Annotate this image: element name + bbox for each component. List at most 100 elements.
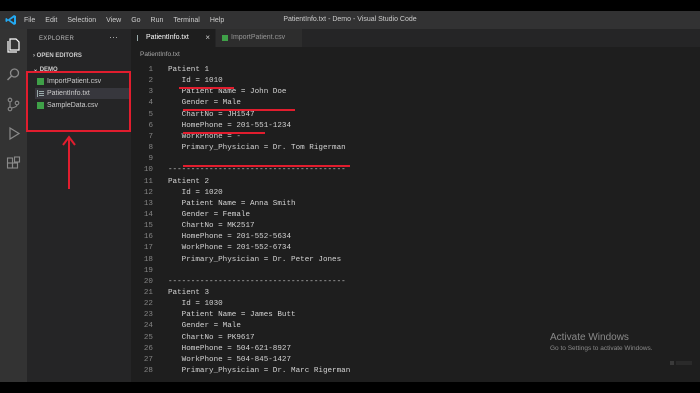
code-line[interactable]: 20 --------------------------------------… xyxy=(131,277,700,288)
code-line[interactable]: 21 Patient 3 xyxy=(131,288,700,299)
code-line[interactable]: 6 HomePhone = 201-551-1234 xyxy=(131,121,700,132)
csv-file-icon xyxy=(222,35,228,41)
line-number: 5 xyxy=(148,110,153,119)
line-text: Gender = Male xyxy=(168,322,241,331)
line-text: ChartNo = JH1547 xyxy=(168,110,255,119)
line-text: Patient 3 xyxy=(168,289,210,297)
tab-patientinfo[interactable]: PatientInfo.txt × xyxy=(131,29,215,47)
open-editors-label: OPEN EDITORS xyxy=(36,53,82,59)
line-text: Primary_Physician = Dr. Tom Rigerman xyxy=(168,144,346,153)
line-text: WorkPhone = 504-845-1427 xyxy=(168,355,292,364)
line-number: 28 xyxy=(143,367,153,376)
annotation-underline xyxy=(183,109,295,111)
line-number: 23 xyxy=(143,311,153,320)
explorer-header: EXPLORER xyxy=(39,36,75,42)
line-number: 8 xyxy=(148,144,153,153)
tab-importpatient[interactable]: ImportPatient.csv xyxy=(216,29,302,47)
code-line[interactable]: 11 Patient 2 xyxy=(131,177,700,188)
line-number: 13 xyxy=(143,199,153,208)
line-text: HomePhone = 201-552-5634 xyxy=(168,233,292,242)
more-actions-button[interactable]: ··· xyxy=(109,32,118,42)
line-text: Id = 1030 xyxy=(168,300,223,309)
line-text: Patient 2 xyxy=(168,177,210,186)
watermark-title: Activate Windows xyxy=(550,332,629,343)
line-text: Patient Name = Anna Smith xyxy=(168,199,296,208)
open-editors-section[interactable]: › OPEN EDITORS xyxy=(33,53,82,59)
code-line[interactable]: 22 Id = 1030 xyxy=(131,299,700,310)
line-number: 6 xyxy=(148,121,153,130)
tab-label: ImportPatient.csv xyxy=(231,34,286,41)
code-line[interactable]: 9 xyxy=(131,154,700,165)
text-file-icon xyxy=(137,35,144,41)
line-text: WorkPhone = 201-552-6734 xyxy=(168,244,292,253)
run-debug-icon[interactable] xyxy=(6,126,21,141)
code-line[interactable]: 23 Patient Name = James Butt xyxy=(131,310,700,321)
line-text: ChartNo = PK9617 xyxy=(168,333,255,342)
code-line[interactable]: 14 Gender = Female xyxy=(131,210,700,221)
line-number: 24 xyxy=(143,322,153,331)
annotation-underline xyxy=(179,87,234,89)
line-number: 17 xyxy=(143,244,153,253)
line-number: 26 xyxy=(143,344,153,353)
breadcrumb[interactable]: PatientInfo.txt xyxy=(140,51,180,58)
code-line[interactable]: 1 Patient 1 xyxy=(131,65,700,76)
line-text: Patient 1 xyxy=(168,66,210,74)
title-bar: File Edit Selection View Go Run Terminal… xyxy=(0,11,700,29)
line-number: 14 xyxy=(143,210,153,219)
extensions-icon[interactable] xyxy=(6,156,21,171)
code-line[interactable]: 15 ChartNo = MK2517 xyxy=(131,221,700,232)
line-number: 4 xyxy=(148,99,153,108)
line-number: 15 xyxy=(143,222,153,231)
activity-bar xyxy=(0,29,27,382)
chevron-right-icon: › xyxy=(33,53,35,59)
annotation-underline xyxy=(183,165,350,167)
line-text: Patient Name = James Butt xyxy=(168,311,296,320)
line-text: Primary_Physician = Dr. Marc Rigerman xyxy=(168,367,351,376)
line-number: 7 xyxy=(148,132,153,141)
line-number: 9 xyxy=(148,155,153,164)
code-line[interactable]: 16 HomePhone = 201-552-5634 xyxy=(131,232,700,243)
code-line[interactable]: 18 Primary_Physician = Dr. Peter Jones xyxy=(131,255,700,266)
line-number: 19 xyxy=(143,266,153,275)
code-line[interactable]: 24 Gender = Male xyxy=(131,321,700,332)
search-icon[interactable] xyxy=(6,67,21,82)
line-number: 18 xyxy=(143,255,153,264)
code-line[interactable]: 12 Id = 1020 xyxy=(131,188,700,199)
code-line[interactable]: 8 Primary_Physician = Dr. Tom Rigerman xyxy=(131,143,700,154)
line-number: 11 xyxy=(143,177,153,186)
tab-label: PatientInfo.txt xyxy=(146,34,189,41)
window-title: PatientInfo.txt - Demo - Visual Studio C… xyxy=(283,16,417,23)
annotation-underline xyxy=(183,132,265,134)
line-number: 10 xyxy=(143,166,153,175)
line-number: 20 xyxy=(143,277,153,286)
code-line[interactable]: 17 WorkPhone = 201-552-6734 xyxy=(131,243,700,254)
code-line[interactable]: 13 Patient Name = Anna Smith xyxy=(131,199,700,210)
code-line[interactable]: 28 Primary_Physician = Dr. Marc Rigerman xyxy=(131,366,700,377)
line-number: 16 xyxy=(143,233,153,242)
line-text: HomePhone = 201-551-1234 xyxy=(168,121,292,130)
vscode-window: File Edit Selection View Go Run Terminal… xyxy=(0,11,700,382)
code-line[interactable]: 2 Id = 1010 xyxy=(131,76,700,87)
line-text: Id = 1020 xyxy=(168,188,223,197)
code-line[interactable]: 27 WorkPhone = 504-845-1427 xyxy=(131,355,700,366)
line-text: ChartNo = MK2517 xyxy=(168,222,255,231)
files-icon[interactable] xyxy=(6,38,21,53)
code-line[interactable]: 4 Gender = Male xyxy=(131,98,700,109)
highlight-box xyxy=(26,71,131,132)
close-icon[interactable]: × xyxy=(205,29,210,47)
line-number: 25 xyxy=(143,333,153,342)
line-number: 3 xyxy=(148,88,153,97)
red-arrow-up-icon xyxy=(62,135,76,189)
line-text: --------------------------------------- xyxy=(168,277,346,286)
line-text: Id = 1010 xyxy=(168,77,223,86)
line-text: Primary_Physician = Dr. Peter Jones xyxy=(168,255,342,264)
line-number: 2 xyxy=(148,77,153,86)
source-control-icon[interactable] xyxy=(6,97,21,112)
line-text: Gender = Male xyxy=(168,99,241,108)
line-text: Gender = Female xyxy=(168,210,251,219)
line-number: 12 xyxy=(143,188,153,197)
code-line[interactable]: 19 xyxy=(131,266,700,277)
channel-logo-icon xyxy=(670,361,692,365)
code-line[interactable]: 5 ChartNo = JH1547 xyxy=(131,110,700,121)
line-number: 1 xyxy=(148,66,153,74)
